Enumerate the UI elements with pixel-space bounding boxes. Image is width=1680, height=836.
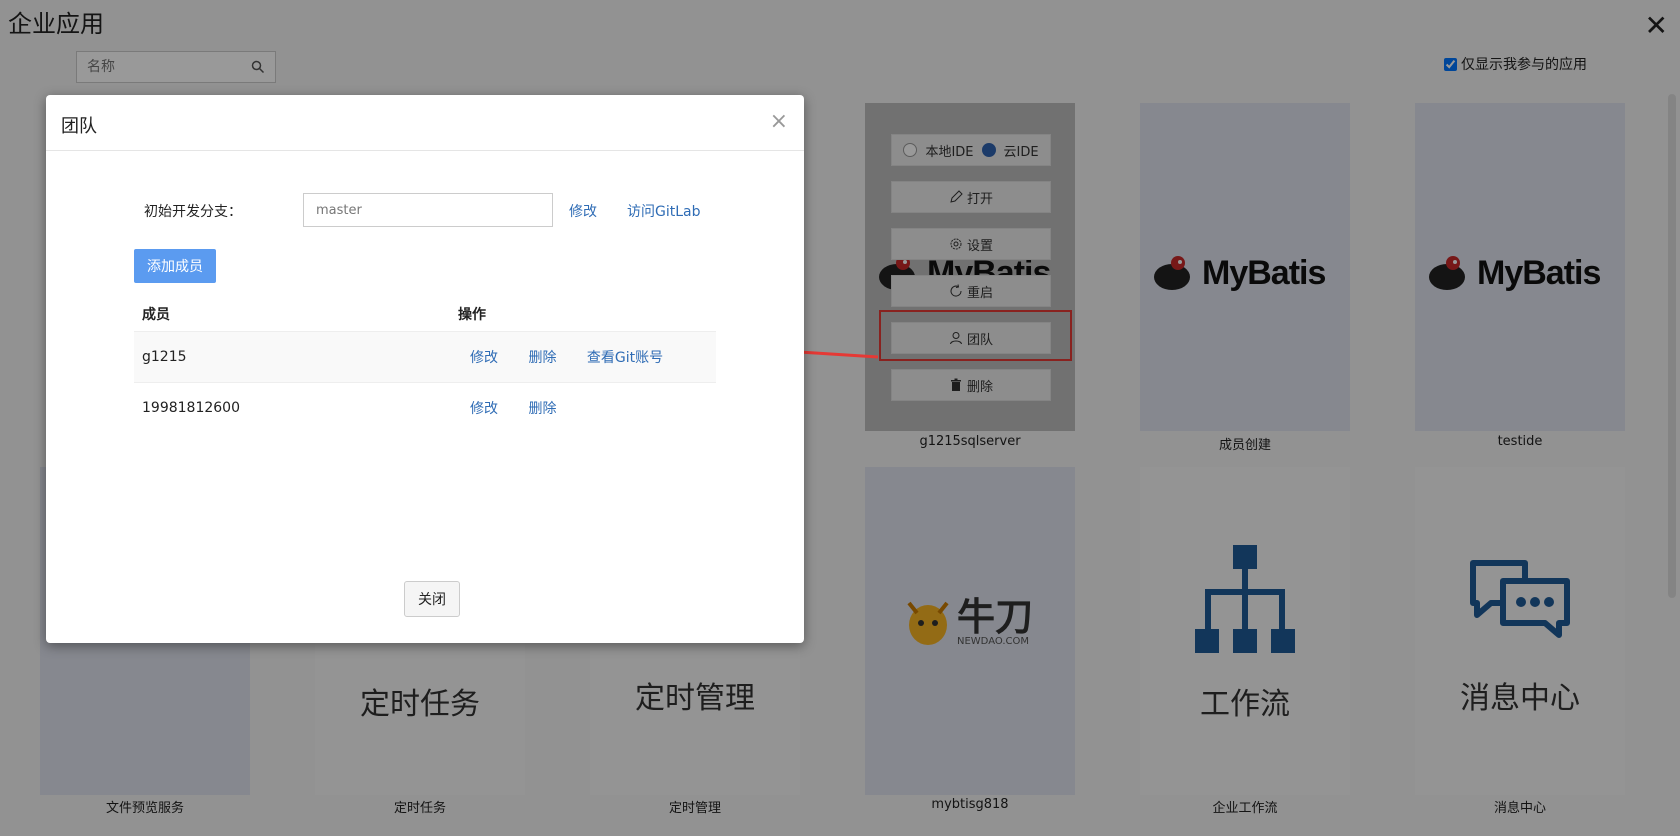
close-button[interactable]: 关闭 <box>404 581 460 617</box>
branch-input[interactable]: master <box>303 193 553 227</box>
edit-branch-link[interactable]: 修改 <box>569 201 597 221</box>
col-ops-header: 操作 <box>458 307 486 323</box>
table-row: 19981812600 修改 删除 <box>134 382 716 433</box>
table-row: g1215 修改 删除 查看Git账号 <box>134 331 716 383</box>
branch-label: 初始开发分支： <box>144 204 242 220</box>
col-member-header: 成员 <box>142 307 170 323</box>
delete-member-link[interactable]: 删除 <box>528 401 556 417</box>
dialog-title: 团队 <box>61 116 97 137</box>
team-dialog: 团队 × 初始开发分支： master 修改 访问GitLab 添加成员 成员 … <box>46 95 804 643</box>
view-git-account-link[interactable]: 查看Git账号 <box>587 350 663 366</box>
edit-member-link[interactable]: 修改 <box>470 350 498 366</box>
member-table: 成员 操作 g1215 修改 删除 查看Git账号 19981812600 修改… <box>134 297 716 433</box>
dialog-close-icon[interactable]: × <box>770 109 788 134</box>
visit-gitlab-link[interactable]: 访问GitLab <box>627 201 701 221</box>
member-name: g1215 <box>134 331 450 383</box>
delete-member-link[interactable]: 删除 <box>528 350 556 366</box>
member-name: 19981812600 <box>134 382 450 433</box>
add-member-button[interactable]: 添加成员 <box>134 249 216 283</box>
dialog-header: 团队 × <box>46 95 804 151</box>
edit-member-link[interactable]: 修改 <box>470 401 498 417</box>
